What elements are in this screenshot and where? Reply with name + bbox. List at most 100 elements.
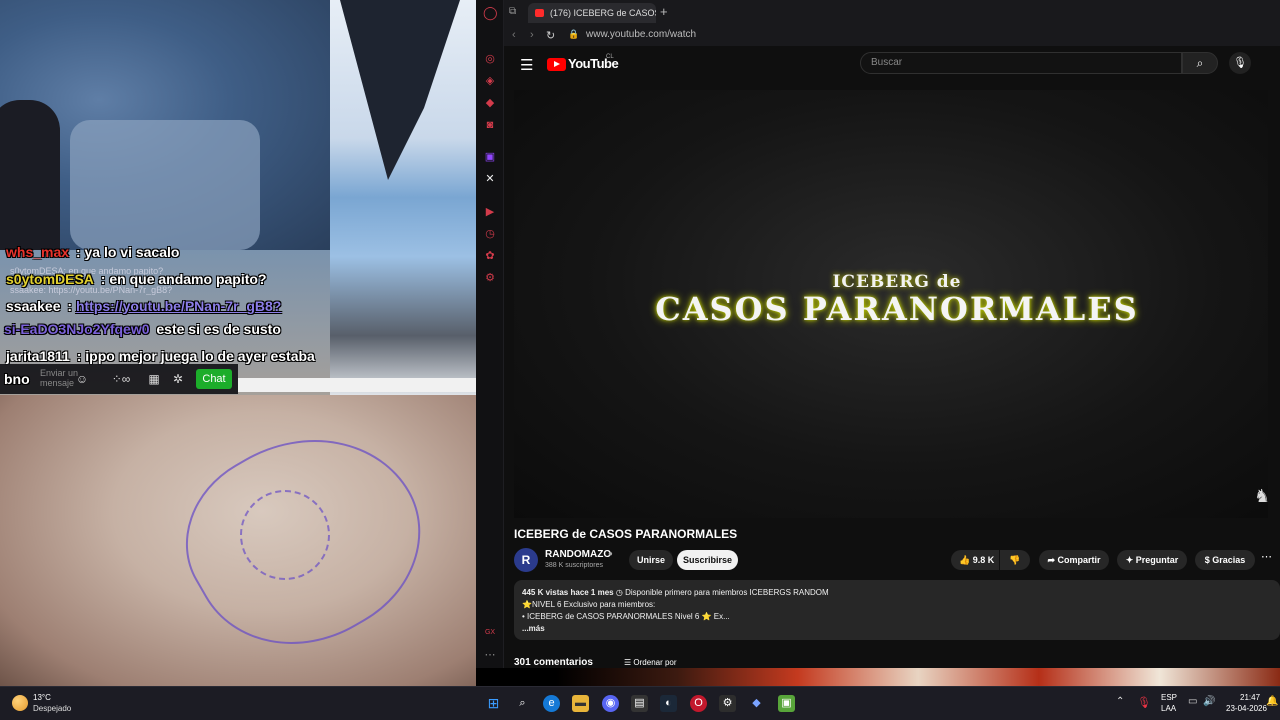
chat-separator: : [63, 298, 76, 314]
share-label: Compartir [1057, 555, 1101, 565]
tab-youtube[interactable]: (176) ICEBERG de CASOS P [528, 3, 656, 23]
opera-logo-icon[interactable]: ◯ [483, 6, 498, 20]
obs-icon[interactable]: ▤ [631, 695, 648, 712]
search-icon[interactable]: ⌕ [1182, 52, 1218, 74]
chat-message: jarita1811 : ippo mejor juega lo de ayer… [6, 348, 315, 364]
reload-icon[interactable]: ↻ [546, 29, 555, 42]
sort-button[interactable]: ☰ Ordenar por [624, 658, 677, 667]
android-app-icon[interactable]: ▣ [778, 695, 795, 712]
like-button[interactable]: 👍 9.8 K [951, 550, 999, 570]
player-top-text: ICEBERG de [832, 272, 962, 292]
app-icon[interactable]: ◆ [748, 695, 765, 712]
subscriber-count: 388 K suscriptores [545, 562, 603, 569]
youtube-favicon-icon [535, 9, 544, 17]
streamer [0, 100, 60, 250]
webcam-feed [0, 0, 330, 250]
chat-message: si-EaDO3NJo2Yfqew0 este si es de susto [4, 321, 281, 337]
volume-icon[interactable]: 🔊 [1203, 696, 1215, 707]
language-indicator[interactable]: ESP [1161, 693, 1177, 702]
address-bar: ‹ › ↻ 🔒 www.youtube.com/watch [504, 26, 1280, 46]
thumbs-up-icon: 👍 [959, 555, 973, 565]
chat-username: whs_max [6, 244, 70, 260]
windows-start-icon[interactable]: ⊞ [485, 695, 502, 712]
messenger-icon[interactable]: ◆ [483, 96, 497, 110]
new-tab-button[interactable]: + [660, 4, 668, 19]
chat-username: s0ytomDESA [6, 271, 94, 287]
settings-icon[interactable]: ⚙ [483, 271, 497, 285]
join-button[interactable]: Unirse [629, 550, 673, 570]
weather-condition[interactable]: Despejado [33, 704, 71, 713]
menu-icon[interactable]: ☰ [520, 56, 533, 74]
gear-icon[interactable]: ✲ [170, 371, 186, 387]
x-icon[interactable]: ✕ [483, 172, 497, 186]
lock-icon[interactable]: 🔒 [568, 29, 579, 40]
notification-icon[interactable]: 🔔 [1266, 696, 1278, 707]
twitch-icon[interactable]: ▣ [483, 150, 497, 164]
thumbs-down-icon: 👎 [1009, 555, 1021, 565]
description-box[interactable]: 445 K vistas hace 1 mes ◷ Disponible pri… [514, 580, 1280, 640]
url-field[interactable]: www.youtube.com/watch [586, 29, 696, 40]
search-icon[interactable]: ⌕ [514, 695, 531, 712]
forward-icon[interactable]: › [530, 29, 534, 41]
chat-text: ippo mejor juega lo de ayer estaba [85, 348, 315, 364]
channel-name[interactable]: RANDOMAZO [545, 549, 611, 560]
subscribe-button[interactable]: Suscribirse [677, 550, 738, 570]
play-icon[interactable]: ▶ [483, 205, 497, 219]
chat-separator: : [96, 271, 110, 287]
gift-icon[interactable]: ▦ [146, 371, 162, 387]
desktop: s0ytomDESA: en que andamo papito? ssaake… [0, 0, 1280, 720]
emoji-icon[interactable]: ☺ [74, 371, 90, 387]
history-icon[interactable]: ◷ [483, 227, 497, 241]
chat-send-button[interactable]: Chat [196, 369, 232, 389]
thanks-button[interactable]: $ Gracias [1195, 550, 1255, 570]
back-icon[interactable]: ‹ [512, 29, 516, 41]
discord-icon[interactable]: ◉ [602, 695, 619, 712]
avatar[interactable]: R [514, 548, 538, 572]
video-title: ICEBERG de CASOS PARANORMALES [514, 527, 738, 541]
settings-app-icon[interactable]: ⚙ [719, 695, 736, 712]
show-more-link[interactable]: ...más [522, 624, 545, 633]
video-player[interactable]: ICEBERG de CASOS PARANORMALES ♞ [514, 90, 1268, 518]
youtube-page: ☰ YouTube CL Buscar ⌕ 🎙 ICEBERG de CASOS… [504, 46, 1280, 668]
comment-count: 301 comentarios [514, 657, 593, 668]
clock-date[interactable]: 23-04-2026 [1226, 704, 1267, 713]
more-icon[interactable]: ⋯ [483, 648, 497, 662]
temperature[interactable]: 13°C [33, 693, 51, 702]
network-icon[interactable]: ▭ [1188, 696, 1197, 707]
chat-separator: : [72, 348, 86, 364]
keyboard-layout[interactable]: LAA [1161, 704, 1176, 713]
file-explorer-icon[interactable]: ▬ [572, 695, 589, 712]
aria-icon[interactable]: ◎ [483, 52, 497, 66]
opera-gx-icon[interactable]: O [690, 695, 707, 712]
dislike-button[interactable]: 👎 [1000, 550, 1030, 570]
chat-message: whs_max : ya lo vi sacalo [6, 244, 179, 260]
workspaces-icon[interactable]: ⧉ [509, 6, 516, 17]
microphone-icon[interactable]: 🎙 [1137, 696, 1151, 709]
sort-label: Ordenar por [633, 658, 677, 667]
sparkle-icon: ✦ [1125, 555, 1136, 565]
player-icon[interactable]: ◙ [483, 118, 497, 132]
more-actions-icon[interactable]: ⋯ [1261, 550, 1272, 563]
bits-icon[interactable]: ⁘∞ [108, 371, 134, 387]
sort-icon: ☰ [624, 658, 634, 667]
steam-icon[interactable]: ◐ [660, 695, 677, 712]
tattoo-arm [0, 395, 476, 686]
gx-corner-icon[interactable]: ◈ [483, 74, 497, 88]
chat-input-bar: bno Enviar un mensaje ☺ ⁘∞ ▦ ✲ Chat [0, 364, 238, 394]
share-button[interactable]: ➦ Compartir [1039, 550, 1109, 570]
chevron-up-icon[interactable]: ⌃ [1116, 696, 1124, 707]
browser-sidebar: ◯ ◎ ◈ ◆ ◙ ▣ ✕ ▶ ◷ ✿ ⚙ GX ⋯ [476, 0, 504, 668]
youtube-logo-icon[interactable] [547, 58, 566, 71]
clock-time[interactable]: 21:47 [1240, 693, 1260, 702]
edge-icon[interactable]: e [543, 695, 560, 712]
extensions-icon[interactable]: ✿ [483, 249, 497, 263]
chat-link[interactable]: https://youtu.be/PNan-7r_gB8? [76, 298, 281, 314]
mic-icon[interactable]: 🎙 [1229, 52, 1251, 74]
ask-button[interactable]: ✦ Preguntar [1117, 550, 1187, 570]
tab-bar: ⧉ (176) ICEBERG de CASOS P + [504, 0, 1280, 26]
channel-watermark-icon[interactable]: ♞ [1254, 486, 1268, 507]
gx-icon[interactable]: GX [483, 626, 497, 640]
weather-icon[interactable] [12, 695, 28, 711]
anime-art [330, 0, 476, 395]
search-input[interactable]: Buscar [860, 52, 1182, 74]
